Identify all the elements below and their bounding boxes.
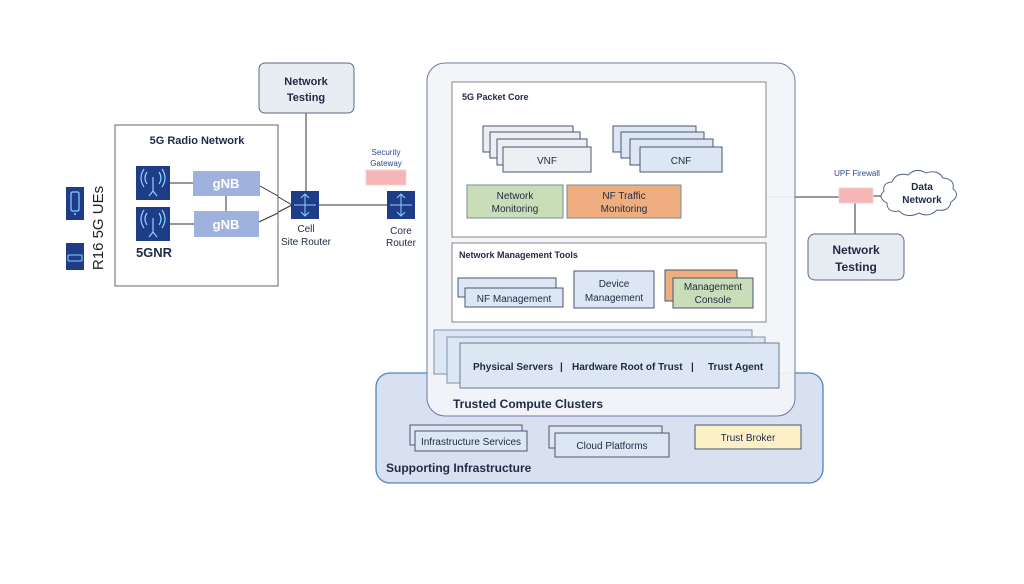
radio-network-title: 5G Radio Network: [150, 135, 246, 147]
network-testing-label: Network: [832, 243, 880, 257]
network-testing-label: Testing: [835, 260, 877, 274]
antenna-icon: [136, 207, 170, 241]
firewall-icon: [838, 187, 874, 204]
network-monitoring-label: Monitoring: [492, 204, 539, 215]
radio-network: 5G Radio Network gNB gNB 5GNR: [114, 124, 279, 287]
cnf-label: CNF: [671, 156, 692, 167]
upf-firewall: UPF Firewall: [834, 169, 880, 204]
security-gateway-label: Security: [372, 148, 401, 157]
ue-label: R16 5G UEs: [90, 186, 107, 270]
nf-management-label: NF Management: [477, 294, 552, 305]
network-testing-label: Network: [284, 76, 328, 88]
device-management: Device Management: [573, 270, 655, 309]
firewall-icon: [365, 169, 407, 186]
infrastructure-services-label: Infrastructure Services: [421, 437, 521, 448]
upf-firewall-label: UPF Firewall: [834, 169, 880, 178]
gnb-label: gNB: [213, 176, 240, 191]
server-stack: Physical Servers | Hardware Root of Trus…: [433, 329, 780, 389]
management-console-label: Console: [695, 295, 732, 306]
nf-traffic-monitoring-label: Monitoring: [601, 204, 648, 215]
cloud-platforms-label: Cloud Platforms: [576, 441, 647, 452]
network-testing-right: Network Testing: [807, 233, 905, 281]
mgmt-tools-title: Network Management Tools: [459, 250, 578, 260]
core-router-label: Core: [390, 226, 412, 237]
network-monitoring: Network Monitoring: [466, 184, 564, 219]
5gnr-label: 5GNR: [136, 245, 173, 260]
cell-router-label: Site Router: [281, 237, 332, 248]
data-network-label: Network: [902, 195, 942, 206]
physical-servers-label: Physical Servers: [473, 362, 553, 373]
device-management-label: Device: [599, 279, 630, 290]
packet-core: 5G Packet Core VNF CNF Network Monitorin…: [451, 81, 767, 238]
core-router: Core Router: [386, 191, 417, 249]
core-router-label: Router: [386, 238, 417, 249]
trust-agent-label: Trust Agent: [708, 362, 764, 373]
nf-management: NF Management: [457, 277, 564, 308]
trusted-clusters-title: Trusted Compute Clusters: [453, 397, 603, 411]
vnf-stack: VNF: [482, 125, 592, 173]
packet-core-title: 5G Packet Core: [462, 92, 529, 102]
security-gateway-label: Gateway: [370, 159, 402, 168]
hardware-root-of-trust-label: Hardware Root of Trust: [572, 362, 683, 373]
data-network: Data Network: [880, 169, 957, 217]
trusted-compute-clusters: Trusted Compute Clusters 5G Packet Core …: [426, 62, 796, 417]
separator: |: [560, 362, 563, 373]
phone-icon: [66, 187, 84, 220]
cell-router-label: Cell: [297, 224, 314, 235]
security-gateway: Security Gateway: [365, 148, 407, 186]
network-management-tools: Network Management Tools NF Management D…: [451, 242, 767, 323]
nf-traffic-monitoring: NF Traffic Monitoring: [566, 184, 682, 219]
antenna-icon: [136, 166, 170, 200]
vnf-label: VNF: [537, 156, 557, 167]
supporting-infrastructure-title: Supporting Infrastructure: [386, 461, 532, 475]
network-testing-label: Testing: [287, 92, 325, 104]
management-console-label: Management: [684, 282, 743, 293]
device-management-label: Management: [585, 293, 644, 304]
separator: |: [691, 362, 694, 373]
cpe-router-icon: [66, 243, 84, 270]
trust-broker-label: Trust Broker: [721, 433, 776, 444]
network-testing-top: Network Testing: [258, 62, 355, 114]
network-monitoring-label: Network: [497, 191, 535, 202]
gnb-label: gNB: [213, 217, 240, 232]
architecture-diagram: R16 5G UEs Network Testing 5G Radio Netw…: [66, 62, 957, 484]
ue-group: R16 5G UEs: [66, 186, 107, 270]
nf-traffic-monitoring-label: NF Traffic: [602, 191, 645, 202]
cell-site-router: Cell Site Router: [281, 191, 332, 248]
data-network-label: Data: [911, 182, 933, 193]
cloud-icon: [880, 169, 957, 217]
